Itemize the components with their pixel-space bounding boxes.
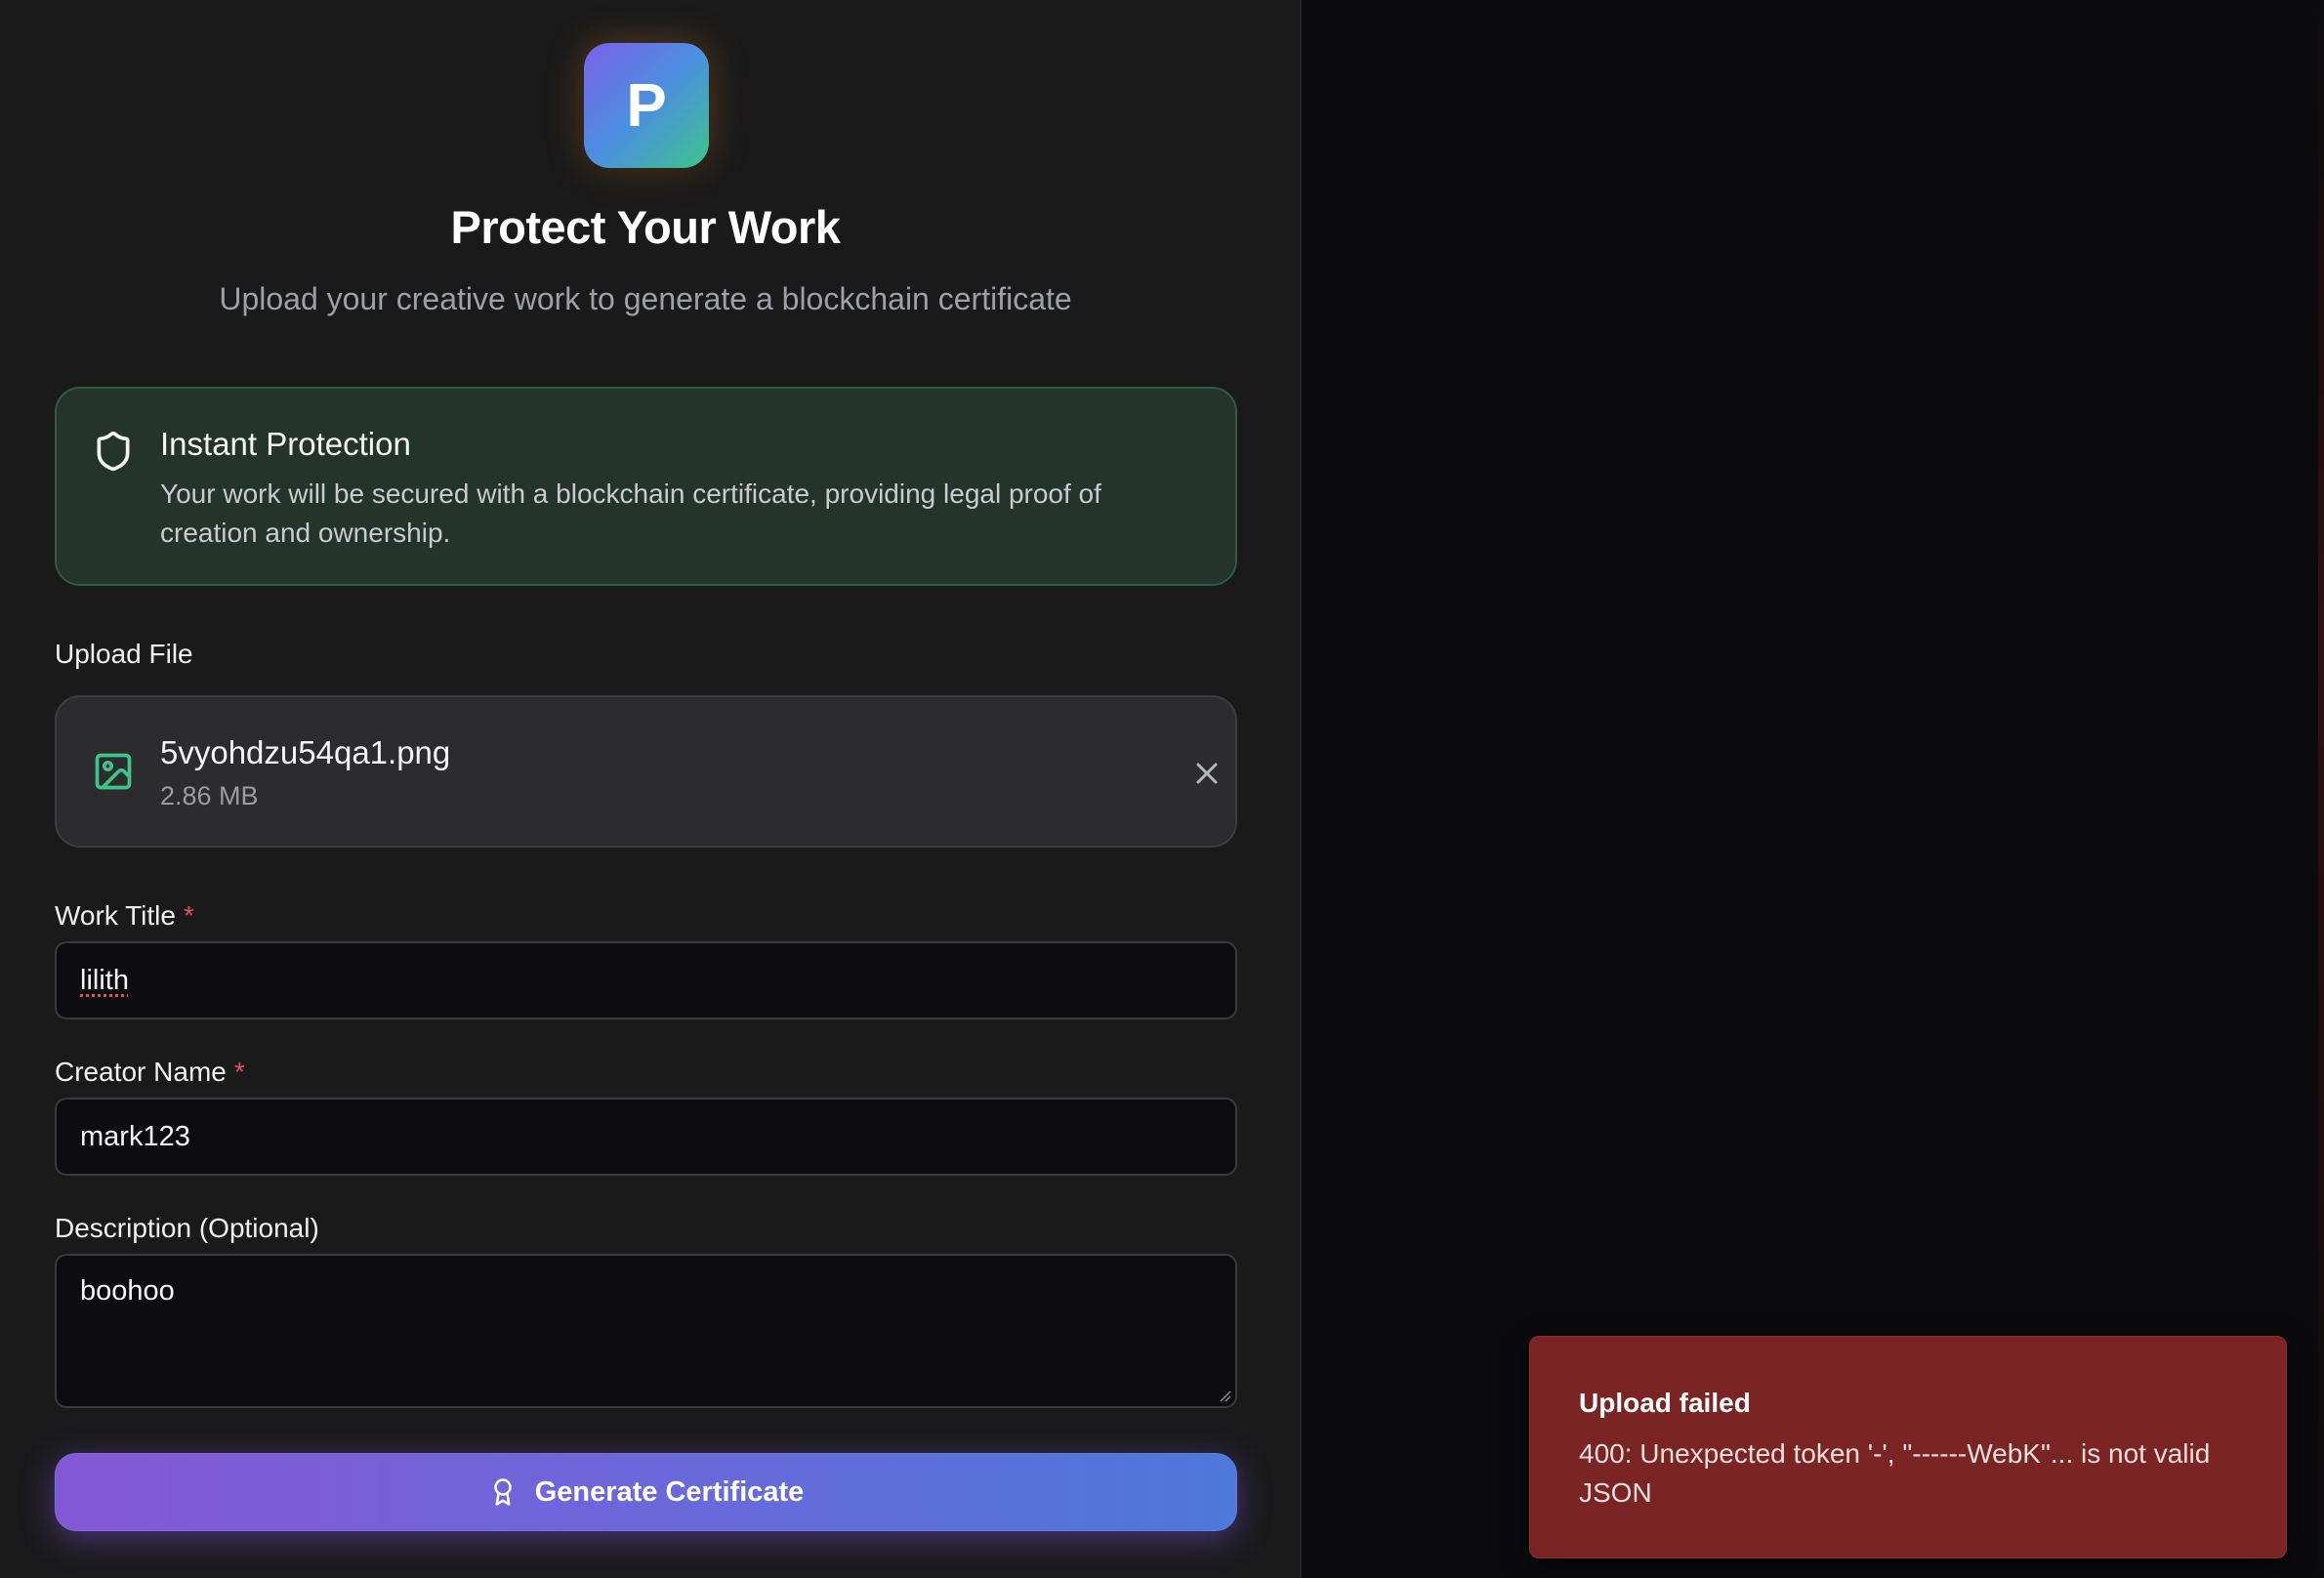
- required-marker: *: [233, 1057, 245, 1087]
- close-icon[interactable]: [1189, 756, 1224, 791]
- upload-panel: P Protect Your Work Upload your creative…: [0, 0, 1302, 1578]
- notice-title: Instant Protection: [160, 426, 411, 462]
- file-size: 2.86 MB: [160, 781, 259, 810]
- work-title-label-text: Work Title: [55, 900, 176, 931]
- required-marker: *: [183, 900, 194, 931]
- creator-name-value: mark123: [80, 1120, 190, 1152]
- resize-handle-icon[interactable]: [1218, 1389, 1231, 1402]
- selected-file-card[interactable]: 5vyohdzu54qa1.png 2.86 MB: [55, 695, 1237, 848]
- upload-file-label: Upload File: [55, 639, 193, 669]
- work-title-label: Work Title *: [55, 900, 194, 932]
- notice-text: Your work will be secured with a blockch…: [160, 478, 1101, 548]
- generate-certificate-button[interactable]: Generate Certificate: [55, 1453, 1237, 1531]
- error-toast[interactable]: Upload failed 400: Unexpected token '-',…: [1529, 1336, 2287, 1558]
- image-icon: [95, 753, 132, 790]
- generate-certificate-label: Generate Certificate: [534, 1475, 805, 1508]
- description-label: Description (Optional): [55, 1213, 319, 1243]
- award-icon: [493, 1478, 512, 1506]
- description-value: boohoo: [80, 1275, 175, 1307]
- window-edge: [2318, 0, 2324, 1578]
- description-textarea[interactable]: boohoo: [55, 1254, 1237, 1408]
- creator-name-label: Creator Name *: [55, 1057, 245, 1088]
- toast-title: Upload failed: [1579, 1388, 1751, 1418]
- instant-protection-notice: Instant Protection Your work will be sec…: [55, 387, 1237, 586]
- toast-message: 400: Unexpected token '-', "------WebK".…: [1579, 1438, 2211, 1508]
- app-logo: P: [584, 43, 709, 168]
- file-name: 5vyohdzu54qa1.png: [160, 734, 451, 770]
- page-title: Protect Your Work: [450, 201, 841, 253]
- logo-letter: P: [626, 71, 667, 140]
- work-title-input[interactable]: lilith: [55, 941, 1237, 1019]
- creator-name-label-text: Creator Name: [55, 1057, 227, 1087]
- shield-icon: [97, 431, 130, 472]
- page-subtitle: Upload your creative work to generate a …: [219, 281, 1072, 316]
- work-title-value: lilith: [80, 964, 129, 996]
- creator-name-input[interactable]: mark123: [55, 1098, 1237, 1176]
